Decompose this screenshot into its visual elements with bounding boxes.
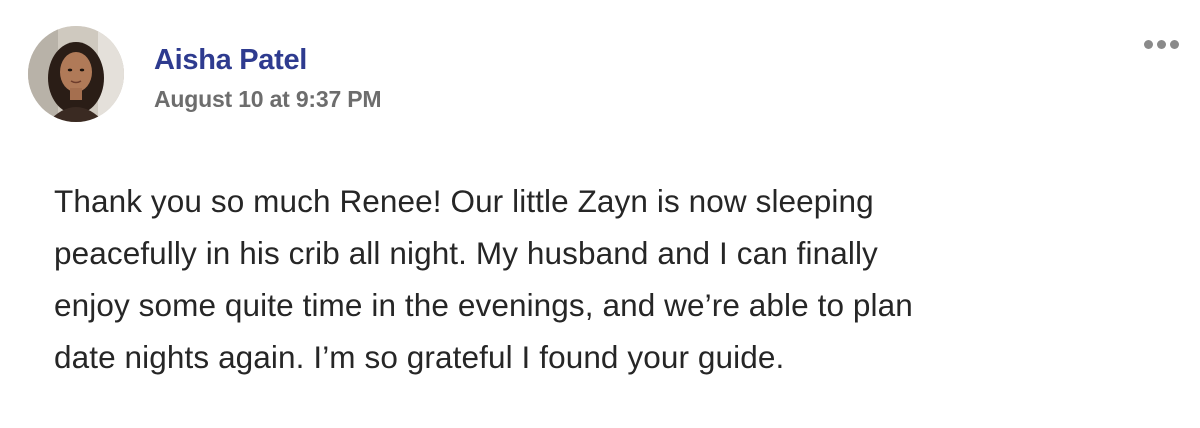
avatar-image — [28, 26, 124, 122]
more-horizontal-icon — [1144, 40, 1153, 49]
more-options-button[interactable] — [1140, 36, 1184, 54]
post-body-line: date nights again. I’m so grateful I fou… — [54, 339, 785, 375]
more-horizontal-icon-dot — [1157, 40, 1166, 49]
post-body-line: peacefully in his crib all night. My hus… — [54, 235, 878, 271]
post-body-line: Thank you so much Renee! Our little Zayn… — [54, 183, 874, 219]
avatar[interactable] — [28, 26, 124, 122]
more-horizontal-icon-dot — [1170, 40, 1179, 49]
post-body-line: enjoy some quite time in the evenings, a… — [54, 287, 913, 323]
author-name[interactable]: Aisha Patel — [154, 44, 307, 77]
social-post: Aisha Patel August 10 at 9:37 PM Thank y… — [0, 0, 1200, 428]
post-body: Thank you so much Renee! Our little Zayn… — [54, 175, 1164, 383]
post-timestamp[interactable]: August 10 at 9:37 PM — [154, 86, 382, 113]
